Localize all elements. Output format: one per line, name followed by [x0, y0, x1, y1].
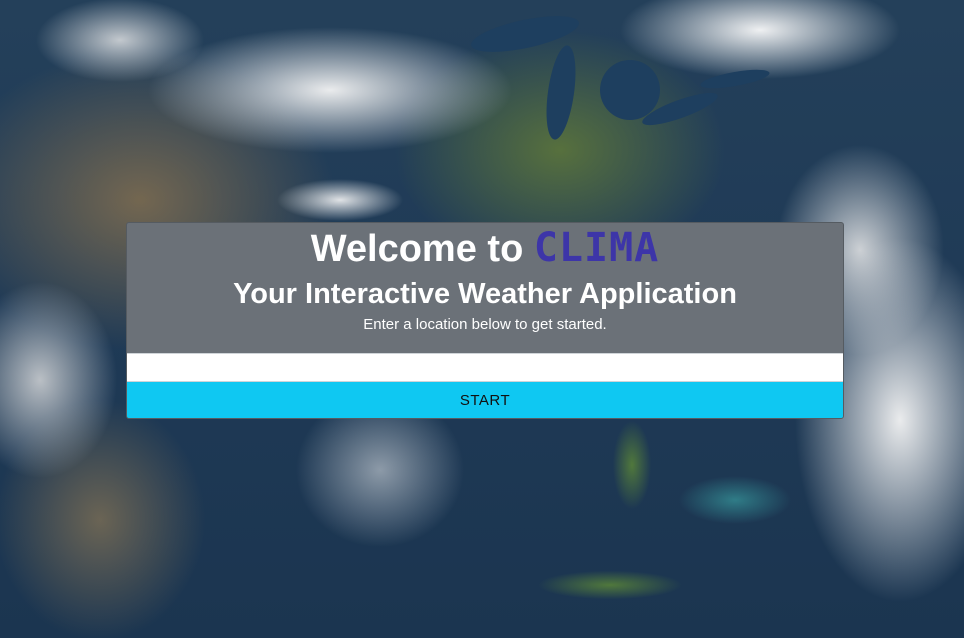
- lake-michigan: [541, 43, 581, 142]
- lake-ontario: [699, 66, 771, 92]
- app-subtitle: Your Interactive Weather Application: [233, 278, 737, 310]
- welcome-card: Welcome to CLIMA Your Interactive Weathe…: [126, 222, 844, 419]
- instruction-text: Enter a location below to get started.: [363, 316, 607, 333]
- welcome-heading: Welcome to CLIMA: [127, 225, 843, 272]
- welcome-prefix: Welcome to: [310, 228, 534, 270]
- brand-logo-text: CLIMA: [533, 225, 660, 271]
- location-input[interactable]: [127, 353, 843, 382]
- lake-huron: [600, 60, 660, 120]
- start-button[interactable]: START: [127, 382, 843, 418]
